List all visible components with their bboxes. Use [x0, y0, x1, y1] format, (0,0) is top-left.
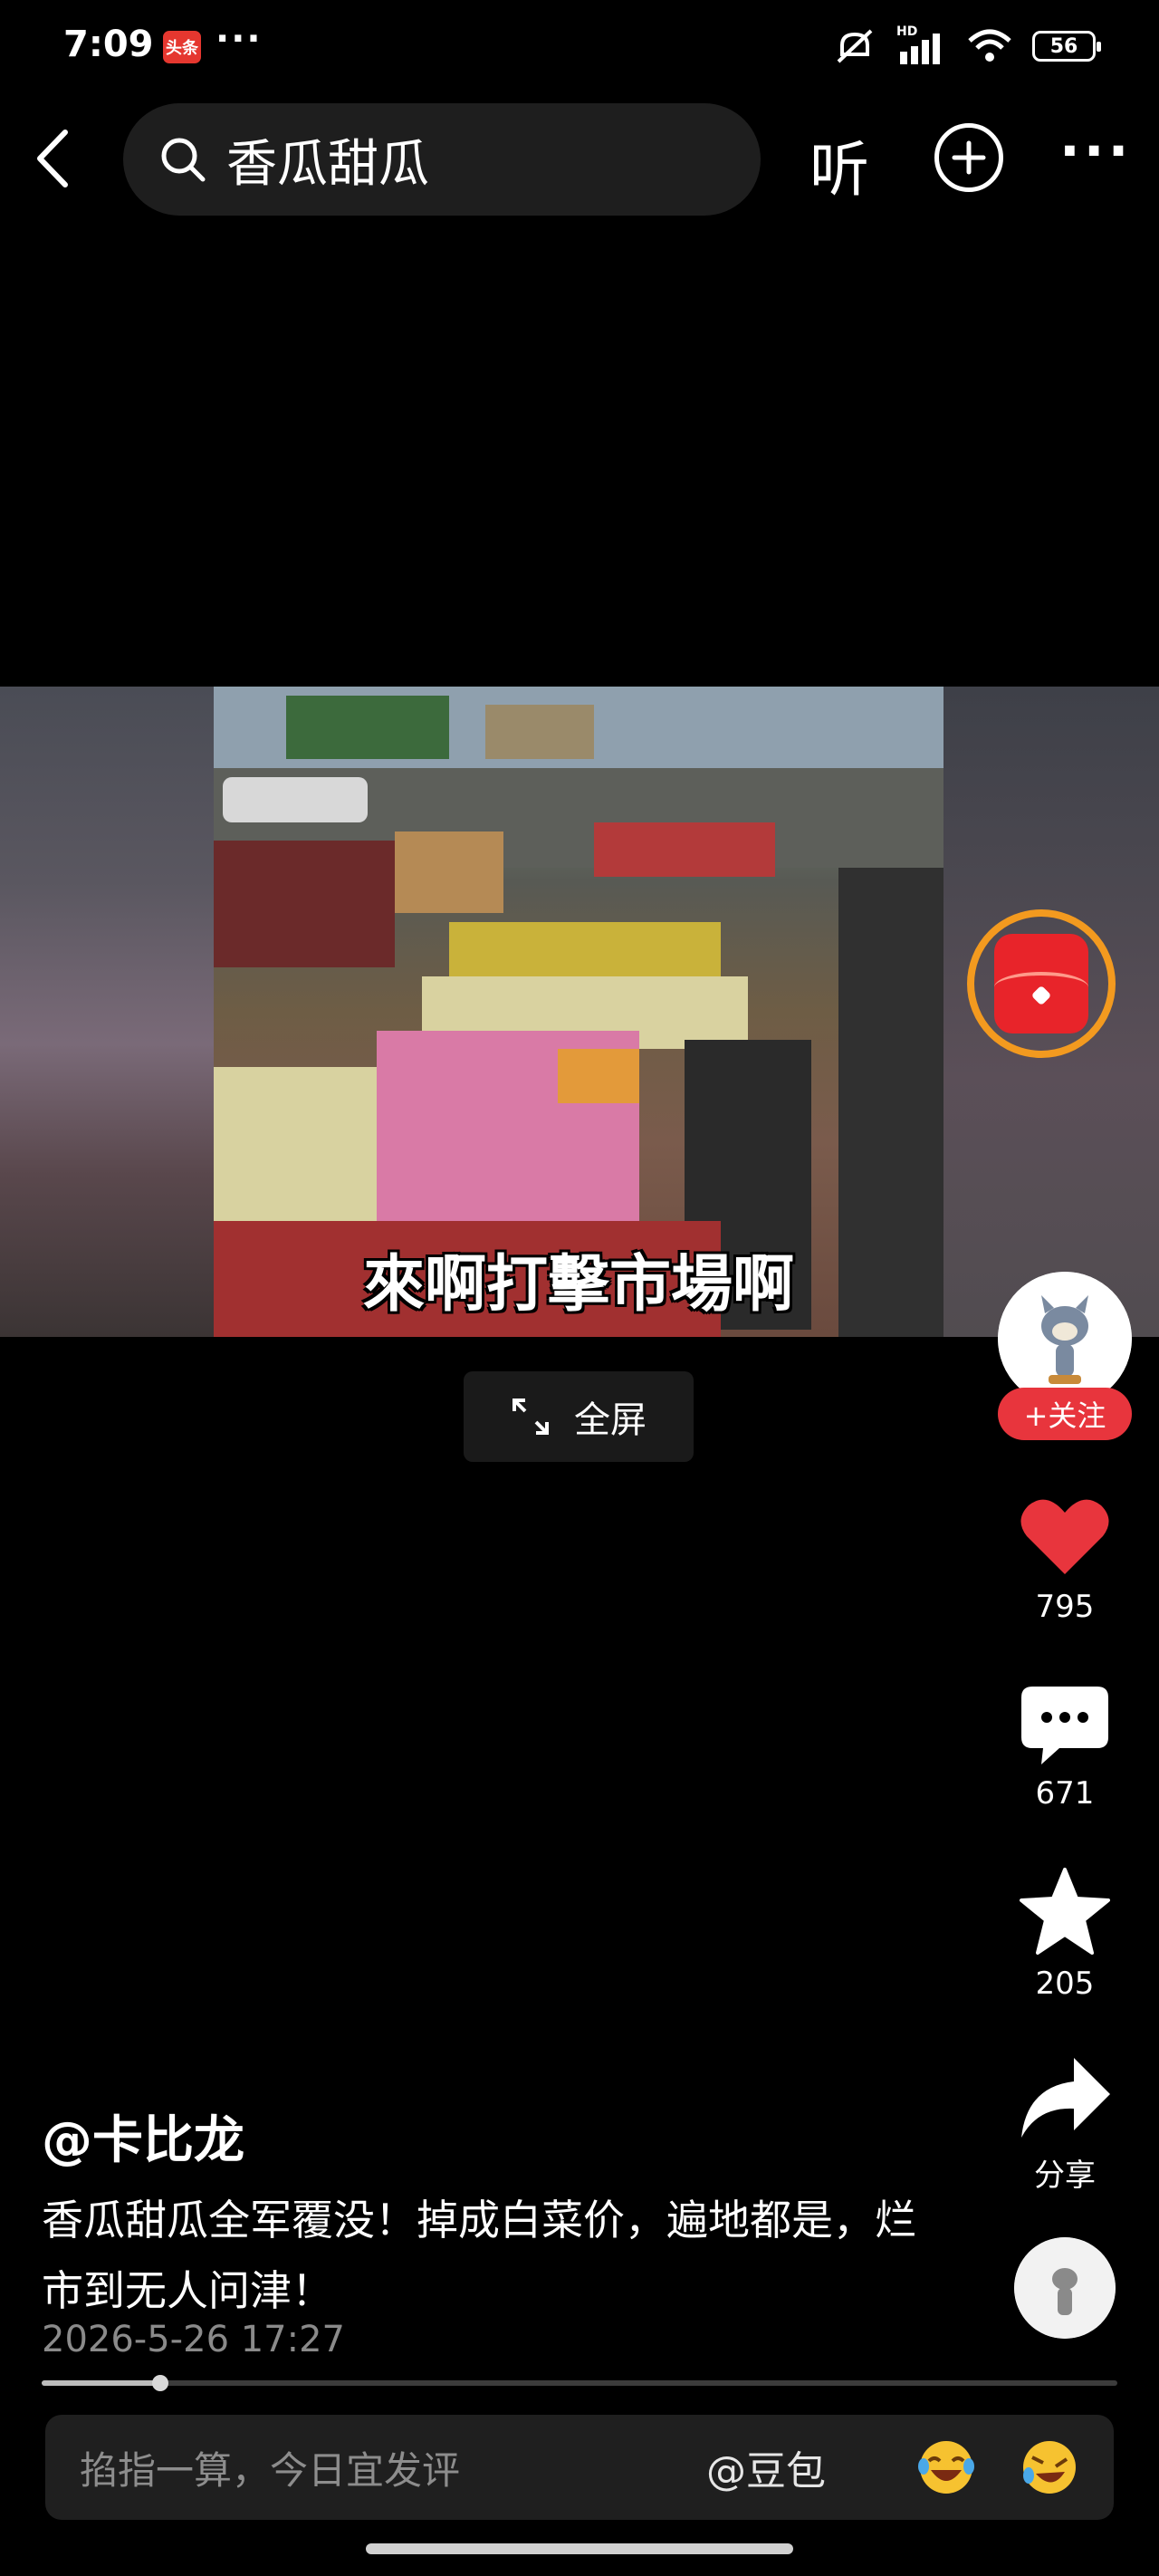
fullscreen-label: 全屏 — [574, 1399, 647, 1441]
status-icons: HD 56 — [833, 24, 1101, 65]
comment-input-bar[interactable]: 掐指一算，今日宜发评 @豆包 — [45, 2415, 1114, 2520]
add-button[interactable] — [934, 123, 1003, 192]
laughing-emoji-button[interactable] — [916, 2439, 976, 2495]
status-more-dots: ··· — [216, 18, 263, 60]
rofl-emoji-button[interactable] — [1020, 2439, 1079, 2495]
share-label: 分享 — [1034, 2158, 1096, 2194]
back-button[interactable] — [27, 127, 81, 190]
red-envelope-icon — [994, 934, 1088, 1033]
favorite-count: 205 — [1035, 1966, 1095, 2002]
search-query: 香瓜甜瓜 — [226, 134, 429, 194]
laughing-emoji-icon — [918, 2441, 974, 2494]
video-progress-thumb[interactable] — [152, 2375, 168, 2391]
expand-icon — [512, 1399, 549, 1435]
like-button[interactable]: 795 — [996, 1495, 1134, 1625]
red-packet-button[interactable] — [967, 909, 1116, 1058]
music-cover-icon — [1014, 2237, 1116, 2339]
plus-circle-icon — [952, 140, 986, 175]
author-name[interactable]: @卡比龙 — [42, 2100, 244, 2173]
share-button[interactable]: 分享 — [996, 2058, 1134, 2195]
battery-icon: 56 — [1032, 31, 1101, 62]
like-count: 795 — [1035, 1589, 1095, 1625]
signal-icon: HD — [896, 24, 947, 64]
rofl-emoji-icon — [1023, 2441, 1076, 2494]
toutiao-app-badge: 头条 — [163, 31, 201, 63]
status-time: 7:09 — [63, 24, 154, 65]
chevron-left-icon — [37, 130, 68, 187]
music-disc-button[interactable] — [1014, 2237, 1116, 2339]
favorite-button[interactable]: 205 — [996, 1868, 1134, 2002]
home-indicator — [366, 2543, 793, 2554]
video-subtitle: 來啊打擊市場啊 — [362, 1249, 794, 1321]
post-timestamp: 2026-5-26 17:27 — [42, 2319, 345, 2360]
comment-count: 671 — [1035, 1775, 1095, 1812]
search-input[interactable]: 香瓜甜瓜 — [123, 103, 761, 216]
search-icon — [161, 138, 206, 182]
wifi-icon — [968, 29, 1011, 62]
heart-icon — [1020, 1499, 1109, 1574]
video-progress-fill — [42, 2380, 160, 2386]
follow-button[interactable]: +关注 — [998, 1388, 1132, 1440]
star-icon — [1020, 1868, 1110, 1955]
fullscreen-button[interactable]: 全屏 — [464, 1371, 694, 1462]
listen-button[interactable]: 听 — [809, 121, 869, 208]
post-description: 香瓜甜瓜全军覆没！掉成白菜价，遍地都是，烂市到无人问津！ — [42, 2196, 916, 2315]
comment-button[interactable]: 671 — [996, 1687, 1134, 1812]
video-blur-left — [0, 687, 214, 1337]
mention-doubao-button[interactable]: @豆包 — [706, 2438, 826, 2496]
share-arrow-icon — [1021, 2058, 1110, 2138]
comment-bubble-icon — [1021, 1687, 1108, 1764]
video-progress-track[interactable] — [42, 2380, 1117, 2386]
mute-vibrate-icon — [837, 29, 873, 63]
more-options-button[interactable]: ··· — [1059, 120, 1132, 183]
author-avatar[interactable] — [998, 1272, 1132, 1406]
cartoon-cat-avatar-icon — [998, 1272, 1132, 1406]
comment-placeholder[interactable]: 掐指一算，今日宜发评 — [80, 2440, 706, 2495]
